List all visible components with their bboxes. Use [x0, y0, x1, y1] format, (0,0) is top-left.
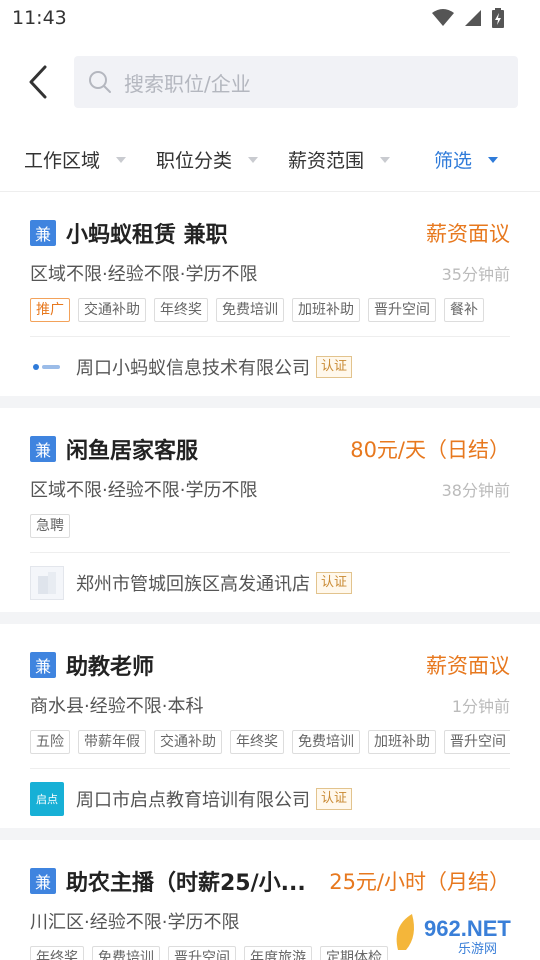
filter-label: 职位分类 [156, 150, 233, 172]
job-salary: 薪资面议 [426, 222, 510, 246]
company-row[interactable]: 启点 周口市启点教育培训有限公司 认证 [30, 768, 510, 828]
job-tag: 加班补助 [368, 730, 436, 754]
job-tag: 晋升空间 [368, 298, 436, 322]
divider [0, 612, 540, 624]
back-button[interactable] [18, 57, 58, 107]
chevron-left-icon [29, 65, 47, 99]
job-tag: 加班补助 [292, 298, 360, 322]
filter-bar: 工作区域 职位分类 薪资范围 筛选 [0, 128, 540, 192]
job-card[interactable]: 兼 助教老师 薪资面议 商水县·经验不限·本科 1分钟前 五险 带薪年假 交通补… [0, 646, 540, 828]
job-salary: 薪资面议 [426, 654, 510, 678]
job-tag: 年终奖 [30, 946, 84, 960]
job-title: 助农主播（时薪25/小... [66, 871, 306, 896]
job-tags: 推广 交通补助 年终奖 免费培训 加班补助 晋升空间 餐补 [30, 298, 510, 324]
site-watermark: 962.NET 乐游网 [388, 906, 528, 956]
job-card[interactable]: 兼 闲鱼居家客服 80元/天（日结） 区域不限·经验不限·学历不限 38分钟前 … [0, 430, 540, 612]
job-tag: 餐补 [444, 298, 484, 322]
company-row[interactable]: 周口小蚂蚁信息技术有限公司 认证 [30, 336, 510, 396]
caret-down-icon [380, 156, 391, 163]
caret-down-icon [248, 156, 259, 163]
company-logo [30, 565, 64, 600]
job-card[interactable]: 兼 小蚂蚁租赁 兼职 薪资面议 区域不限·经验不限·学历不限 35分钟前 推广 … [0, 214, 540, 396]
search-placeholder: 搜索职位/企业 [124, 71, 251, 96]
signal-icon [465, 10, 481, 26]
part-time-badge: 兼 [30, 436, 56, 462]
job-tag: 年终奖 [154, 298, 208, 322]
divider [0, 396, 540, 408]
job-tag: 交通补助 [154, 730, 222, 754]
caret-down-icon [488, 156, 499, 163]
company-name: 周口小蚂蚁信息技术有限公司 [76, 357, 310, 379]
search-icon [88, 70, 112, 94]
search-header: 搜索职位/企业 [0, 36, 540, 128]
filter-screen[interactable]: 筛选 [434, 146, 499, 173]
company-name: 周口市启点教育培训有限公司 [76, 789, 310, 811]
job-tag: 晋升空间 [444, 730, 510, 754]
wifi-icon [432, 9, 454, 26]
job-tag: 定期体检 [320, 946, 388, 960]
job-requirements: 区域不限·经验不限·学历不限 [30, 480, 258, 501]
job-tags: 五险 带薪年假 交通补助 年终奖 免费培训 加班补助 晋升空间 [30, 730, 510, 756]
job-title: 闲鱼居家客服 [66, 439, 199, 464]
job-tag: 免费培训 [292, 730, 360, 754]
part-time-badge: 兼 [30, 652, 56, 678]
post-time: 1分钟前 [451, 697, 510, 716]
filter-label: 薪资范围 [288, 150, 365, 172]
part-time-badge: 兼 [30, 868, 56, 894]
job-title: 助教老师 [66, 655, 155, 680]
job-requirements: 川汇区·经验不限·学历不限 [30, 912, 240, 933]
job-tags: 急聘 [30, 514, 510, 540]
company-name: 郑州市管城回族区高发通讯店 [76, 573, 310, 595]
company-logo: 启点 [30, 781, 64, 816]
search-input[interactable]: 搜索职位/企业 [74, 56, 518, 108]
filter-salary[interactable]: 薪资范围 [288, 146, 391, 173]
company-logo-text: 启点 [36, 792, 58, 806]
status-icons [432, 8, 504, 28]
job-requirements: 区域不限·经验不限·学历不限 [30, 264, 258, 285]
company-row[interactable]: 郑州市管城回族区高发通讯店 认证 [30, 552, 510, 612]
part-time-badge: 兼 [30, 220, 56, 246]
verified-badge: 认证 [316, 571, 353, 594]
job-salary: 25元/小时（月结） [329, 870, 510, 894]
filter-category[interactable]: 职位分类 [156, 146, 259, 173]
job-tag: 交通补助 [78, 298, 146, 322]
watermark-sub: 乐游网 [458, 942, 497, 956]
status-bar: 11:43 [0, 0, 540, 36]
job-tag: 带薪年假 [78, 730, 146, 754]
job-tag: 年终奖 [230, 730, 284, 754]
job-title: 小蚂蚁租赁 兼职 [66, 223, 228, 248]
verified-badge: 认证 [316, 355, 353, 378]
watermark-text: 962.NET [424, 916, 511, 941]
divider [0, 828, 540, 840]
post-time: 35分钟前 [441, 265, 510, 284]
job-tag: 免费培训 [92, 946, 160, 960]
verified-badge: 认证 [316, 787, 353, 810]
job-tag: 急聘 [30, 514, 70, 538]
job-tag: 推广 [30, 298, 70, 322]
status-time: 11:43 [12, 7, 67, 29]
filter-area[interactable]: 工作区域 [24, 146, 127, 173]
job-tag: 年度旅游 [244, 946, 312, 960]
job-tag: 晋升空间 [168, 946, 236, 960]
company-logo [30, 350, 64, 384]
filter-label: 工作区域 [24, 150, 101, 172]
battery-icon [492, 8, 504, 28]
caret-down-icon [116, 156, 127, 163]
job-tag: 五险 [30, 730, 70, 754]
job-salary: 80元/天（日结） [350, 438, 510, 462]
job-tag: 免费培训 [216, 298, 284, 322]
post-time: 38分钟前 [441, 481, 510, 500]
job-requirements: 商水县·经验不限·本科 [30, 696, 204, 717]
filter-label: 筛选 [434, 150, 473, 172]
